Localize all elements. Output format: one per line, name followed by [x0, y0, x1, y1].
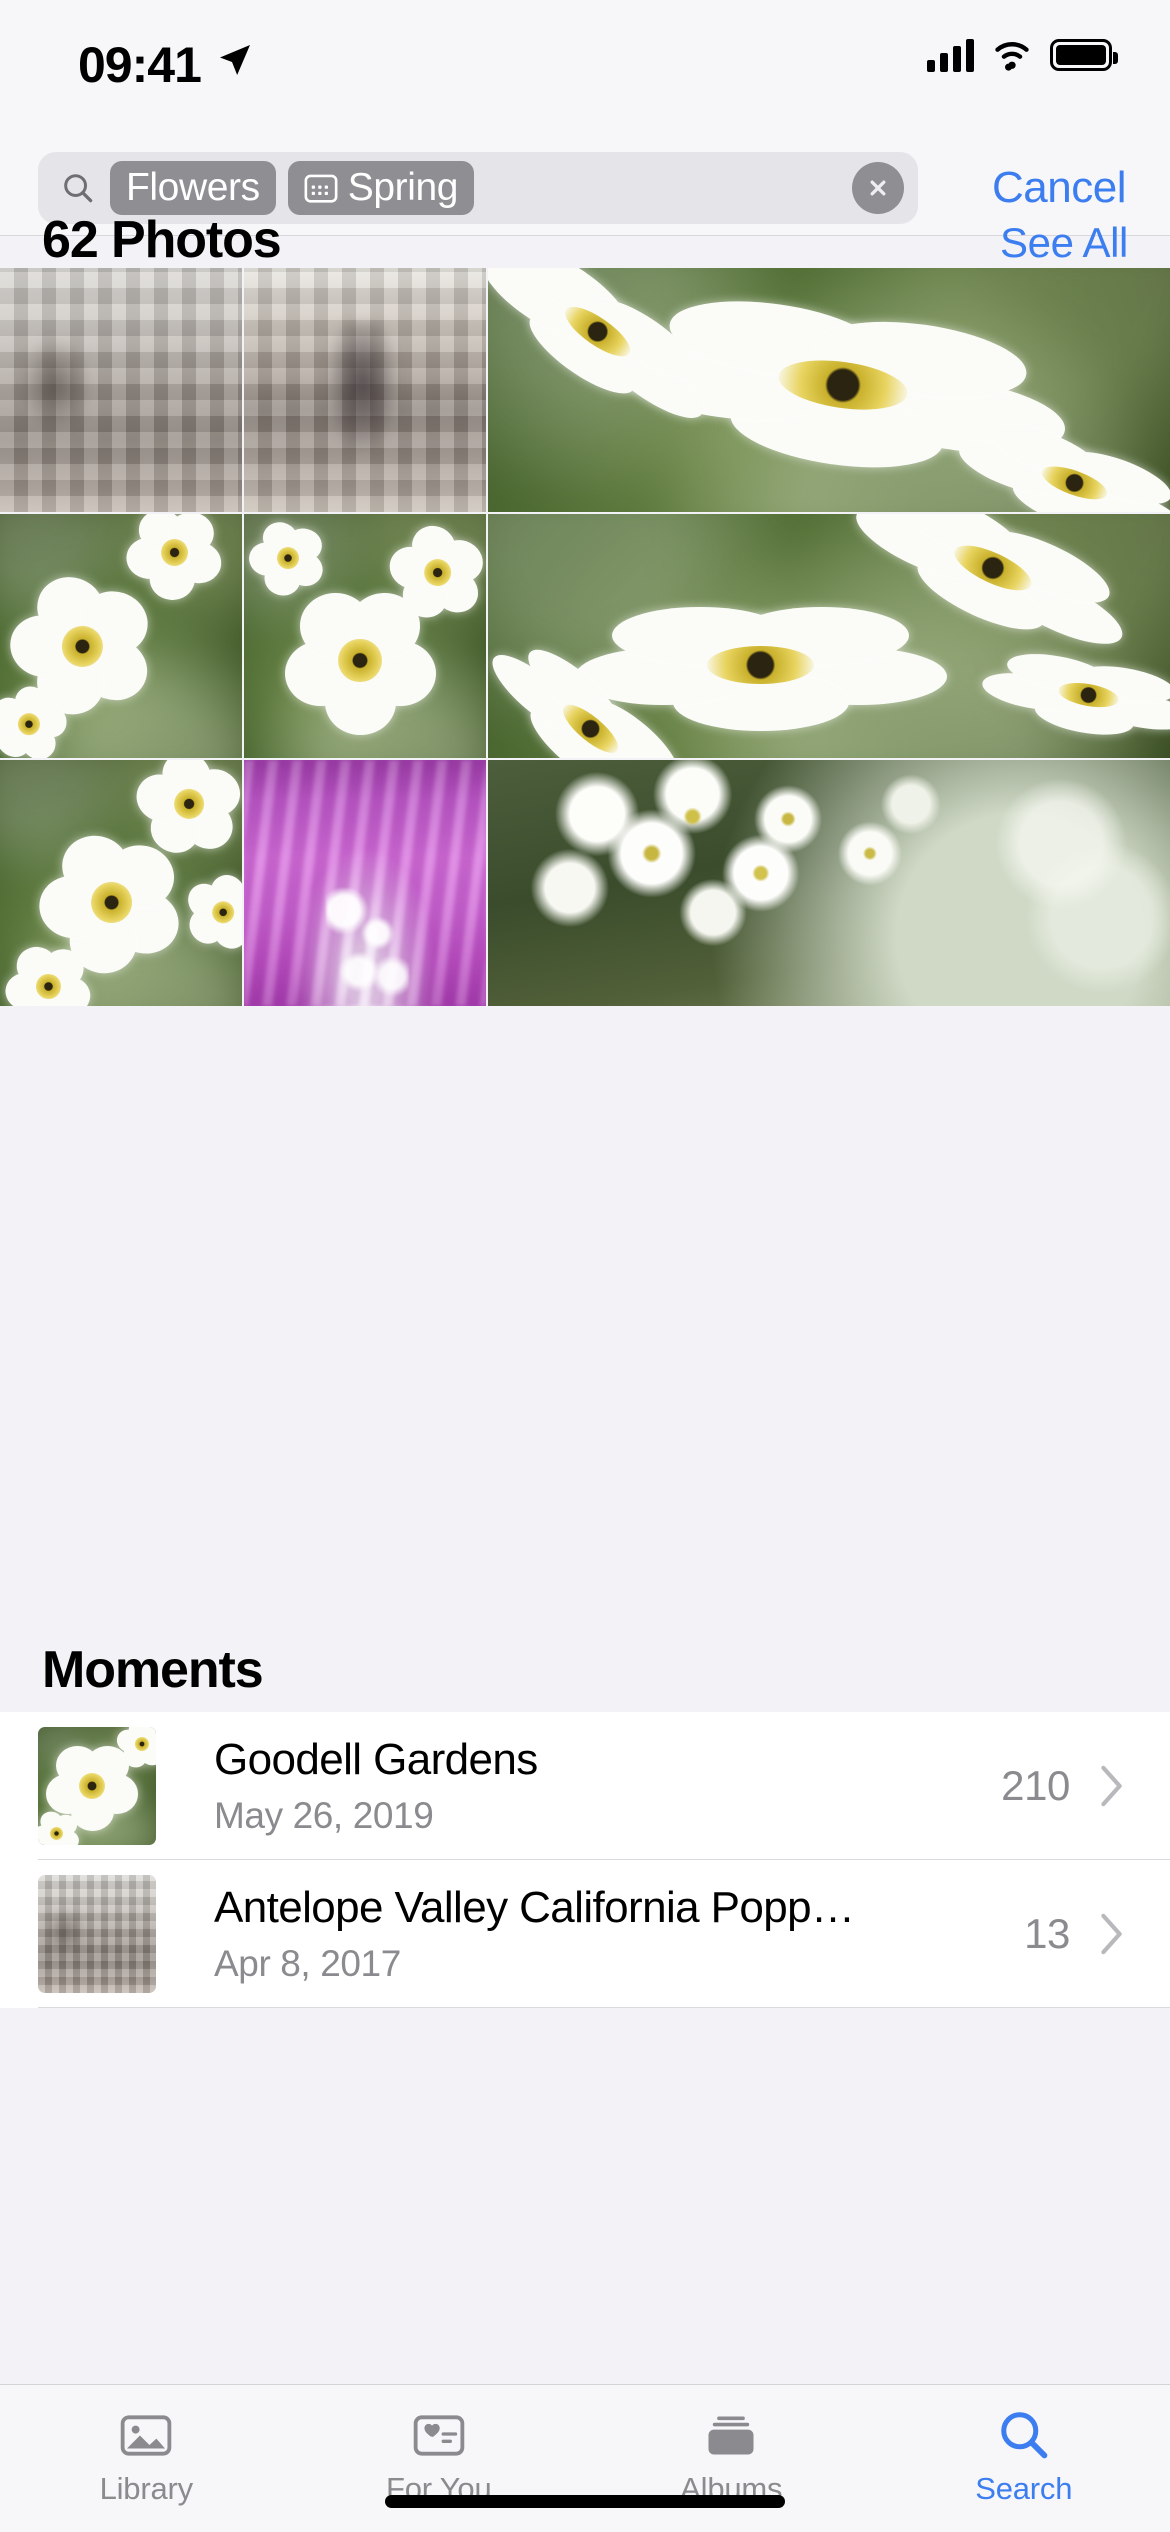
search-token-flowers[interactable]: Flowers [110, 161, 276, 215]
photo-tile-3[interactable] [488, 268, 1170, 512]
moment-thumbnail [38, 1727, 156, 1845]
photo-grid [0, 268, 1170, 1018]
see-all-button[interactable]: See All [1000, 219, 1128, 267]
moment-title: Antelope Valley California Popp… [214, 1883, 855, 1932]
tab-for-you[interactable]: For You [293, 2407, 586, 2507]
tab-bar: Library For You Albums Search [0, 2384, 1170, 2532]
magnifying-glass-icon [64, 174, 93, 203]
photos-section-header: 62 Photos See All [0, 210, 1170, 269]
moment-photo-count: 210 [1001, 1762, 1070, 1809]
photo-tile-8[interactable] [244, 760, 486, 1006]
tab-library[interactable]: Library [0, 2407, 293, 2507]
row-divider [38, 2007, 1170, 2008]
battery-full-icon [1050, 39, 1118, 71]
flower-shape [1, 938, 95, 1006]
calendar-icon [304, 174, 338, 203]
photo-tile-6[interactable] [488, 514, 1170, 758]
clear-search-button[interactable] [852, 162, 904, 214]
status-bar-indicators [927, 38, 1118, 72]
moment-text: Goodell Gardens May 26, 2019 [214, 1735, 1001, 1837]
photo-tile-5[interactable] [244, 514, 486, 758]
photo-tile-9[interactable] [488, 760, 1170, 1006]
moments-title: Moments [42, 1641, 264, 1699]
search-token-flowers-label: Flowers [126, 166, 260, 209]
moment-row[interactable]: Goodell Gardens May 26, 2019 210 [0, 1712, 1170, 1860]
location-arrow-icon [220, 45, 250, 75]
moments-list: Goodell Gardens May 26, 2019 210 Antelope V… [0, 1712, 1170, 2008]
moment-text: Antelope Valley California Popp… Apr 8, 2… [214, 1883, 1024, 1985]
tab-label: Library [99, 2471, 194, 2506]
chevron-right-icon [1101, 1765, 1122, 1807]
flower-shape [122, 514, 227, 606]
moment-photo-count: 13 [1024, 1910, 1070, 1957]
flower-shape [974, 637, 1170, 752]
photos-count-title: 62 Photos [42, 211, 282, 269]
status-bar: 09:41 [0, 0, 1170, 140]
moment-date: May 26, 2019 [214, 1795, 434, 1836]
close-icon [870, 180, 886, 196]
moments-section-header: Moments [0, 1640, 1170, 1706]
photos-search-screen: 09:41 Flowers Spring Cancel 62 Photos Se… [0, 0, 1170, 2532]
photo-tile-1[interactable] [0, 268, 242, 512]
moment-row[interactable]: Antelope Valley California Popp… Apr 8, 2… [0, 1860, 1170, 2008]
home-indicator [385, 2495, 785, 2508]
search-token-spring-label: Spring [347, 166, 459, 209]
photo-tile-2[interactable] [244, 268, 486, 512]
tab-search[interactable]: Search [878, 2407, 1170, 2507]
chevron-right-icon [1101, 1913, 1122, 1955]
tab-albums[interactable]: Albums [585, 2407, 878, 2507]
photos-library-icon [120, 2407, 172, 2463]
wifi-icon [995, 42, 1029, 71]
albums-stack-icon [705, 2407, 757, 2463]
search-magnifier-icon [997, 2407, 1051, 2463]
search-token-spring[interactable]: Spring [287, 161, 475, 215]
moment-title: Goodell Gardens [214, 1735, 538, 1784]
moment-thumbnail [38, 1875, 156, 1993]
moment-date: Apr 8, 2017 [214, 1943, 401, 1984]
photo-tile-7[interactable] [0, 760, 242, 1006]
status-bar-time: 09:41 [78, 37, 202, 93]
cellular-signal-icon [927, 38, 974, 72]
photo-tile-4[interactable] [0, 514, 242, 758]
for-you-heart-icon [413, 2407, 465, 2463]
tab-label: Search [975, 2471, 1073, 2506]
search-token-list: Flowers Spring [110, 161, 852, 215]
